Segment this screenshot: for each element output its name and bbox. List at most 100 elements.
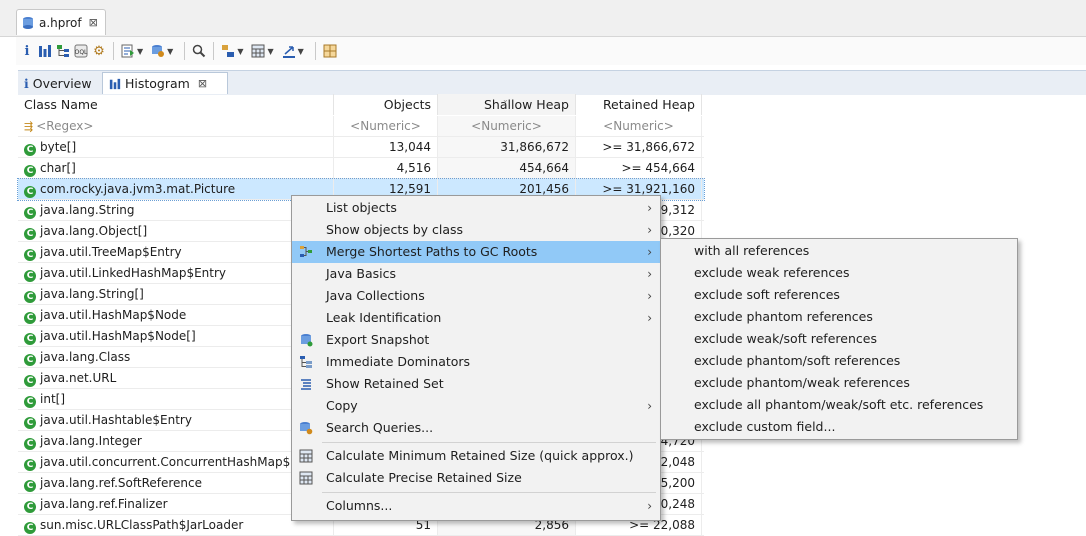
- submenu-item-exclude-custom-field[interactable]: exclude custom field...: [661, 416, 1017, 438]
- menu-item-immediate-dominators[interactable]: Immediate Dominators: [292, 351, 660, 373]
- chevron-right-icon: ›: [647, 289, 652, 303]
- chevron-down-icon[interactable]: ▼: [137, 47, 143, 56]
- class-name-text: java.util.HashMap$Node: [40, 308, 187, 322]
- merge-paths-icon: [299, 245, 313, 259]
- toolbar-separator: [184, 42, 186, 60]
- column-header-shallow-heap-label: Shallow Heap: [484, 97, 569, 112]
- regex-filter-placeholder: <Regex>: [36, 119, 94, 133]
- tab-histogram[interactable]: Histogram ⊠: [102, 72, 228, 94]
- class-name-cell: Cjava.lang.ref.Finalizer: [18, 494, 334, 514]
- dominator-tree-icon[interactable]: [56, 41, 70, 61]
- submenu-item-exclude-all-phantom-weak-soft-etc-references[interactable]: exclude all phantom/weak/soft etc. refer…: [661, 394, 1017, 416]
- regex-filter-input[interactable]: ⇶ <Regex>: [18, 116, 334, 136]
- chevron-down-icon[interactable]: ▼: [167, 47, 173, 56]
- editor-tab-a-hprof[interactable]: a.hprof ⊠: [16, 9, 106, 35]
- chevron-down-icon[interactable]: ▼: [267, 47, 273, 56]
- chevron-right-icon: ›: [647, 201, 652, 215]
- menu-item-list-objects[interactable]: List objects ›: [292, 197, 660, 219]
- dominators-icon: [299, 355, 313, 369]
- menu-item-label: Java Collections: [326, 288, 425, 303]
- svg-text:OQL: OQL: [75, 49, 88, 56]
- class-name-text: java.net.URL: [40, 371, 117, 385]
- retained-heap-cell: >= 454,664: [576, 158, 702, 178]
- menu-item-merge-shortest-paths-to-gc-roots[interactable]: Merge Shortest Paths to GC Roots ›: [292, 241, 660, 263]
- export-icon[interactable]: [282, 41, 296, 61]
- close-icon[interactable]: ⊠: [89, 16, 98, 29]
- class-name-text: java.lang.Integer: [40, 434, 142, 448]
- compare-icon[interactable]: [323, 41, 337, 61]
- toolbar-separator: [314, 42, 316, 60]
- table-row[interactable]: Cbyte[] 13,044 31,866,672 >= 31,866,672: [18, 137, 704, 158]
- class-name-cell: Cbyte[]: [18, 137, 334, 157]
- heap-dump-icon: [23, 16, 33, 29]
- class-name-text: java.lang.ref.SoftReference: [40, 476, 203, 490]
- toolbar-separator: [113, 42, 114, 60]
- class-name-text: java.lang.Class: [40, 350, 131, 364]
- menu-item-export-snapshot[interactable]: Export Snapshot: [292, 329, 660, 351]
- tab-overview[interactable]: i Overview: [18, 72, 102, 94]
- menu-item-columns[interactable]: Columns... ›: [292, 495, 660, 517]
- menu-item-calculate-minimum-retained-size-quick-approx[interactable]: Calculate Minimum Retained Size (quick a…: [292, 445, 660, 467]
- chevron-right-icon: ›: [647, 499, 652, 513]
- info-icon[interactable]: i: [20, 41, 34, 61]
- class-name-text: java.lang.String: [40, 203, 135, 217]
- class-icon: C: [24, 501, 36, 513]
- menu-item-show-objects-by-class[interactable]: Show objects by class ›: [292, 219, 660, 241]
- column-header-objects[interactable]: Objects: [334, 94, 438, 115]
- submenu-item-exclude-weak-soft-references[interactable]: exclude weak/soft references: [661, 328, 1017, 350]
- retained-filter-input[interactable]: <Numeric>: [576, 116, 702, 136]
- menu-item-label: Merge Shortest Paths to GC Roots: [326, 244, 538, 259]
- menu-item-java-collections[interactable]: Java Collections ›: [292, 285, 660, 307]
- chevron-down-icon[interactable]: ▼: [298, 47, 304, 56]
- menu-separator: [322, 492, 656, 493]
- search-icon[interactable]: [192, 41, 206, 61]
- close-icon[interactable]: ⊠: [198, 77, 207, 90]
- gear-icon[interactable]: ⚙: [92, 41, 106, 61]
- class-name-cell: Cjava.net.URL: [18, 368, 334, 388]
- run-report-icon[interactable]: [121, 41, 135, 61]
- class-icon: C: [24, 186, 36, 198]
- query-browser-icon[interactable]: [151, 41, 165, 61]
- objects-cell: 13,044: [334, 137, 438, 157]
- class-name-text: java.util.HashMap$Node[]: [40, 329, 196, 343]
- class-name-cell: Cjava.util.HashMap$Node[]: [18, 326, 334, 346]
- histogram-icon[interactable]: [38, 41, 52, 61]
- shallow-filter-input[interactable]: <Numeric>: [438, 116, 576, 136]
- retained-set-icon: [299, 377, 313, 391]
- calculator-icon: [299, 449, 313, 463]
- class-name-cell: Cjava.util.TreeMap$Entry: [18, 242, 334, 262]
- objects-cell: 4,516: [334, 158, 438, 178]
- menu-item-label: Calculate Precise Retained Size: [326, 470, 522, 485]
- context-menu: List objects › Show objects by class › Merge…: [291, 195, 661, 521]
- shallow-heap-cell: 31,866,672: [438, 137, 576, 157]
- submenu-item-exclude-phantom-weak-references[interactable]: exclude phantom/weak references: [661, 372, 1017, 394]
- submenu-item-exclude-weak-references[interactable]: exclude weak references: [661, 262, 1017, 284]
- class-name-text: java.util.TreeMap$Entry: [40, 245, 182, 259]
- menu-item-java-basics[interactable]: Java Basics ›: [292, 263, 660, 285]
- column-header-class-name[interactable]: Class Name: [18, 94, 334, 115]
- group-by-icon[interactable]: [221, 41, 235, 61]
- menu-item-copy[interactable]: Copy ›: [292, 395, 660, 417]
- menu-item-show-retained-set[interactable]: Show Retained Set: [292, 373, 660, 395]
- menu-item-search-queries[interactable]: Search Queries...: [292, 417, 660, 439]
- class-name-text: byte[]: [40, 140, 77, 154]
- menu-item-label: Columns...: [326, 498, 393, 513]
- column-header-shallow-heap[interactable]: ⌄ Shallow Heap: [438, 94, 576, 115]
- chevron-down-icon[interactable]: ▼: [237, 47, 243, 56]
- menu-item-calculate-precise-retained-size[interactable]: Calculate Precise Retained Size: [292, 467, 660, 489]
- column-header-retained-heap[interactable]: Retained Heap: [576, 94, 702, 115]
- submenu-item-exclude-soft-references[interactable]: exclude soft references: [661, 284, 1017, 306]
- submenu-item-with-all-references[interactable]: with all references: [661, 240, 1017, 262]
- oql-icon[interactable]: OQL: [74, 41, 88, 61]
- objects-filter-input[interactable]: <Numeric>: [334, 116, 438, 136]
- submenu-item-exclude-phantom-references[interactable]: exclude phantom references: [661, 306, 1017, 328]
- class-name-cell: Cjava.lang.Class: [18, 347, 334, 367]
- calculator-icon[interactable]: [251, 41, 265, 61]
- histogram-icon: [109, 78, 121, 89]
- submenu-item-exclude-phantom-soft-references[interactable]: exclude phantom/soft references: [661, 350, 1017, 372]
- menu-item-leak-identification[interactable]: Leak Identification ›: [292, 307, 660, 329]
- view-tab-bar: i Overview Histogram ⊠: [18, 70, 1086, 95]
- menu-item-label: Show Retained Set: [326, 376, 444, 391]
- table-row[interactable]: Cchar[] 4,516 454,664 >= 454,664: [18, 158, 704, 179]
- class-icon: C: [24, 396, 36, 408]
